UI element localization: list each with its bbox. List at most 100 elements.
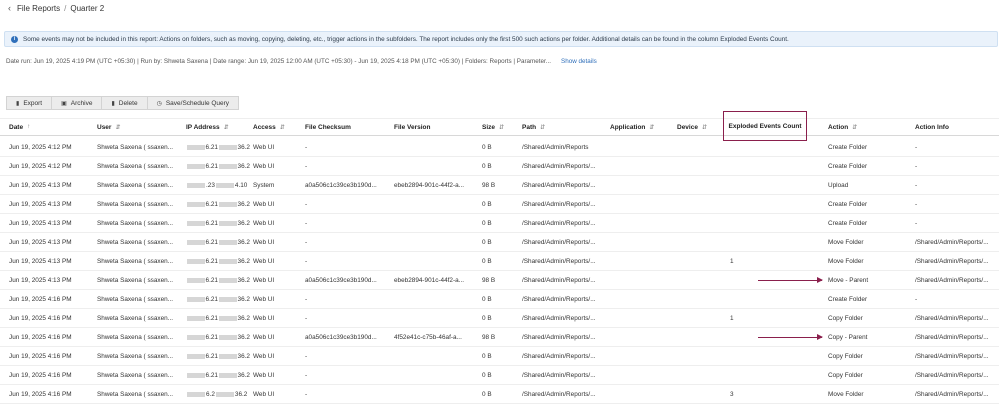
ip-part: 6.21 — [205, 200, 218, 208]
cell-path: /Shared/Admin/Reports — [522, 143, 589, 151]
sort-icon: ⇵ — [499, 124, 505, 131]
show-details-link[interactable]: Show details — [561, 58, 597, 65]
annotation-arrow — [758, 277, 823, 282]
table-row[interactable]: Jun 19, 2025 4:12 PM Shweta Saxena ( ssax… — [0, 138, 999, 157]
cell-action-info: - — [915, 219, 918, 227]
table-row[interactable]: Jun 19, 2025 4:13 PM Shweta Saxena ( ssax… — [0, 252, 999, 271]
cell-access: Web UI — [253, 333, 275, 341]
cell-date: Jun 19, 2025 4:13 PM — [9, 200, 72, 208]
ip-part: 36.2 — [237, 143, 250, 151]
cell-path: /Shared/Admin/Reports/... — [522, 276, 596, 284]
column-header-action[interactable]: Action ⇵ — [828, 119, 857, 135]
cell-version: ebeb2894-901c-44f2-a... — [394, 181, 464, 189]
table-row[interactable]: Jun 19, 2025 4:16 PM Shweta Saxena ( ssax… — [0, 290, 999, 309]
breadcrumb-parent[interactable]: File Reports — [17, 4, 60, 13]
column-header-user[interactable]: User ⇵ — [97, 119, 121, 135]
delete-button[interactable]: ▮ Delete — [101, 96, 147, 110]
cell-exploded — [730, 214, 790, 232]
table-row[interactable]: Jun 19, 2025 4:16 PM Shweta Saxena ( ssax… — [0, 347, 999, 366]
ip-part: 36.2 — [237, 314, 250, 322]
cell-action-info: /Shared/Admin/Reports/... — [915, 352, 989, 360]
table-row[interactable]: Jun 19, 2025 4:16 PM Shweta Saxena ( ssax… — [0, 385, 999, 404]
cell-action-info: - — [915, 143, 918, 151]
ip-part: 36.2 — [237, 200, 250, 208]
cell-action: Move Folder — [828, 238, 864, 246]
table-row[interactable]: Jun 19, 2025 4:13 PM Shweta Saxena ( ssax… — [0, 271, 999, 290]
column-header-access[interactable]: Access ⇵ — [253, 119, 285, 135]
column-header-size[interactable]: Size ⇵ — [482, 119, 504, 135]
cell-action: Move Folder — [828, 257, 864, 265]
info-banner: i Some events may not be included in thi… — [4, 31, 998, 47]
export-button[interactable]: ▮ Export — [6, 96, 52, 110]
redaction-mask — [219, 201, 237, 207]
cell-ip: 6.21 36.2 — [186, 328, 250, 346]
cell-action-info: - — [915, 295, 918, 303]
redaction-mask — [219, 277, 237, 283]
delete-label: Delete — [118, 99, 138, 107]
cell-access: Web UI — [253, 352, 275, 360]
table-row[interactable]: Jun 19, 2025 4:13 PM Shweta Saxena ( ssax… — [0, 176, 999, 195]
cell-application — [610, 214, 674, 232]
redaction-mask — [187, 220, 205, 226]
column-header-date[interactable]: Date ↑ — [9, 119, 30, 135]
cell-device — [677, 271, 721, 289]
redaction-mask — [219, 258, 237, 264]
cell-ip: 6.21 36.2 — [186, 366, 250, 384]
column-header-application[interactable]: Application ⇵ — [610, 119, 654, 135]
column-header-device[interactable]: Device ⇵ — [677, 119, 707, 135]
table-row[interactable]: Jun 19, 2025 4:13 PM Shweta Saxena ( ssax… — [0, 214, 999, 233]
cell-device — [677, 157, 721, 175]
save-schedule-button[interactable]: ◷ Save/Schedule Query — [146, 96, 240, 110]
cell-checksum: - — [305, 295, 308, 303]
cell-action-info: /Shared/Admin/Reports/... — [915, 371, 989, 379]
cell-version — [394, 252, 480, 270]
cell-device — [677, 214, 721, 232]
column-header-version: File Version — [394, 119, 431, 135]
cell-ip: 6.21 36.2 — [186, 157, 250, 175]
cell-date: Jun 19, 2025 4:12 PM — [9, 143, 72, 151]
redaction-mask — [219, 334, 237, 340]
chevron-left-icon[interactable]: ‹ — [8, 3, 11, 13]
column-header-ip[interactable]: IP Address ⇵ — [186, 119, 229, 135]
cell-device — [677, 252, 721, 270]
annotation-arrow — [758, 334, 823, 339]
cell-checksum: a0a506c1c39ce3b190d... — [305, 276, 377, 284]
cell-exploded: 1 — [730, 257, 734, 265]
info-banner-text: Some events may not be included in this … — [23, 35, 789, 43]
redaction-mask — [187, 391, 205, 397]
sort-icon: ⇵ — [223, 124, 229, 131]
table-row[interactable]: Jun 19, 2025 4:12 PM Shweta Saxena ( ssax… — [0, 157, 999, 176]
cell-user: Shweta Saxena ( ssaxen... — [97, 257, 174, 265]
column-header-ip-label: IP Address — [186, 123, 220, 131]
column-header-user-label: User — [97, 123, 112, 131]
column-header-checksum-label: File Checksum — [305, 123, 351, 131]
cell-user: Shweta Saxena ( ssaxen... — [97, 295, 174, 303]
cell-action-info: /Shared/Admin/Reports/... — [915, 276, 989, 284]
toolbar: ▮ Export ▣ Archive ▮ Delete ◷ Save/Sched… — [6, 96, 240, 110]
cell-ip: 6.2 36.2 — [186, 385, 250, 403]
cell-size: 0 B — [482, 219, 492, 227]
cell-user: Shweta Saxena ( ssaxen... — [97, 390, 174, 398]
redaction-mask — [187, 201, 205, 207]
sort-icon: ⇵ — [701, 124, 707, 131]
cell-access: Web UI — [253, 219, 275, 227]
column-header-access-label: Access — [253, 123, 276, 131]
ip-part: 6.21 — [205, 371, 218, 379]
redaction-mask — [219, 144, 237, 150]
table-row[interactable]: Jun 19, 2025 4:16 PM Shweta Saxena ( ssax… — [0, 309, 999, 328]
archive-button[interactable]: ▣ Archive — [51, 96, 102, 110]
cell-version — [394, 157, 480, 175]
table-row[interactable]: Jun 19, 2025 4:16 PM Shweta Saxena ( ssax… — [0, 366, 999, 385]
cell-action-info: /Shared/Admin/Reports/... — [915, 257, 989, 265]
column-header-path[interactable]: Path ⇵ — [522, 119, 545, 135]
redaction-mask — [219, 163, 237, 169]
cell-user: Shweta Saxena ( ssaxen... — [97, 352, 174, 360]
ip-part: 4.10 — [234, 181, 248, 189]
cell-checksum: - — [305, 390, 308, 398]
table-row[interactable]: Jun 19, 2025 4:13 PM Shweta Saxena ( ssax… — [0, 195, 999, 214]
redaction-mask — [187, 296, 205, 302]
cell-size: 0 B — [482, 390, 492, 398]
table-row[interactable]: Jun 19, 2025 4:16 PM Shweta Saxena ( ssax… — [0, 328, 999, 347]
cell-path: /Shared/Admin/Reports/... — [522, 352, 596, 360]
table-row[interactable]: Jun 19, 2025 4:13 PM Shweta Saxena ( ssax… — [0, 233, 999, 252]
